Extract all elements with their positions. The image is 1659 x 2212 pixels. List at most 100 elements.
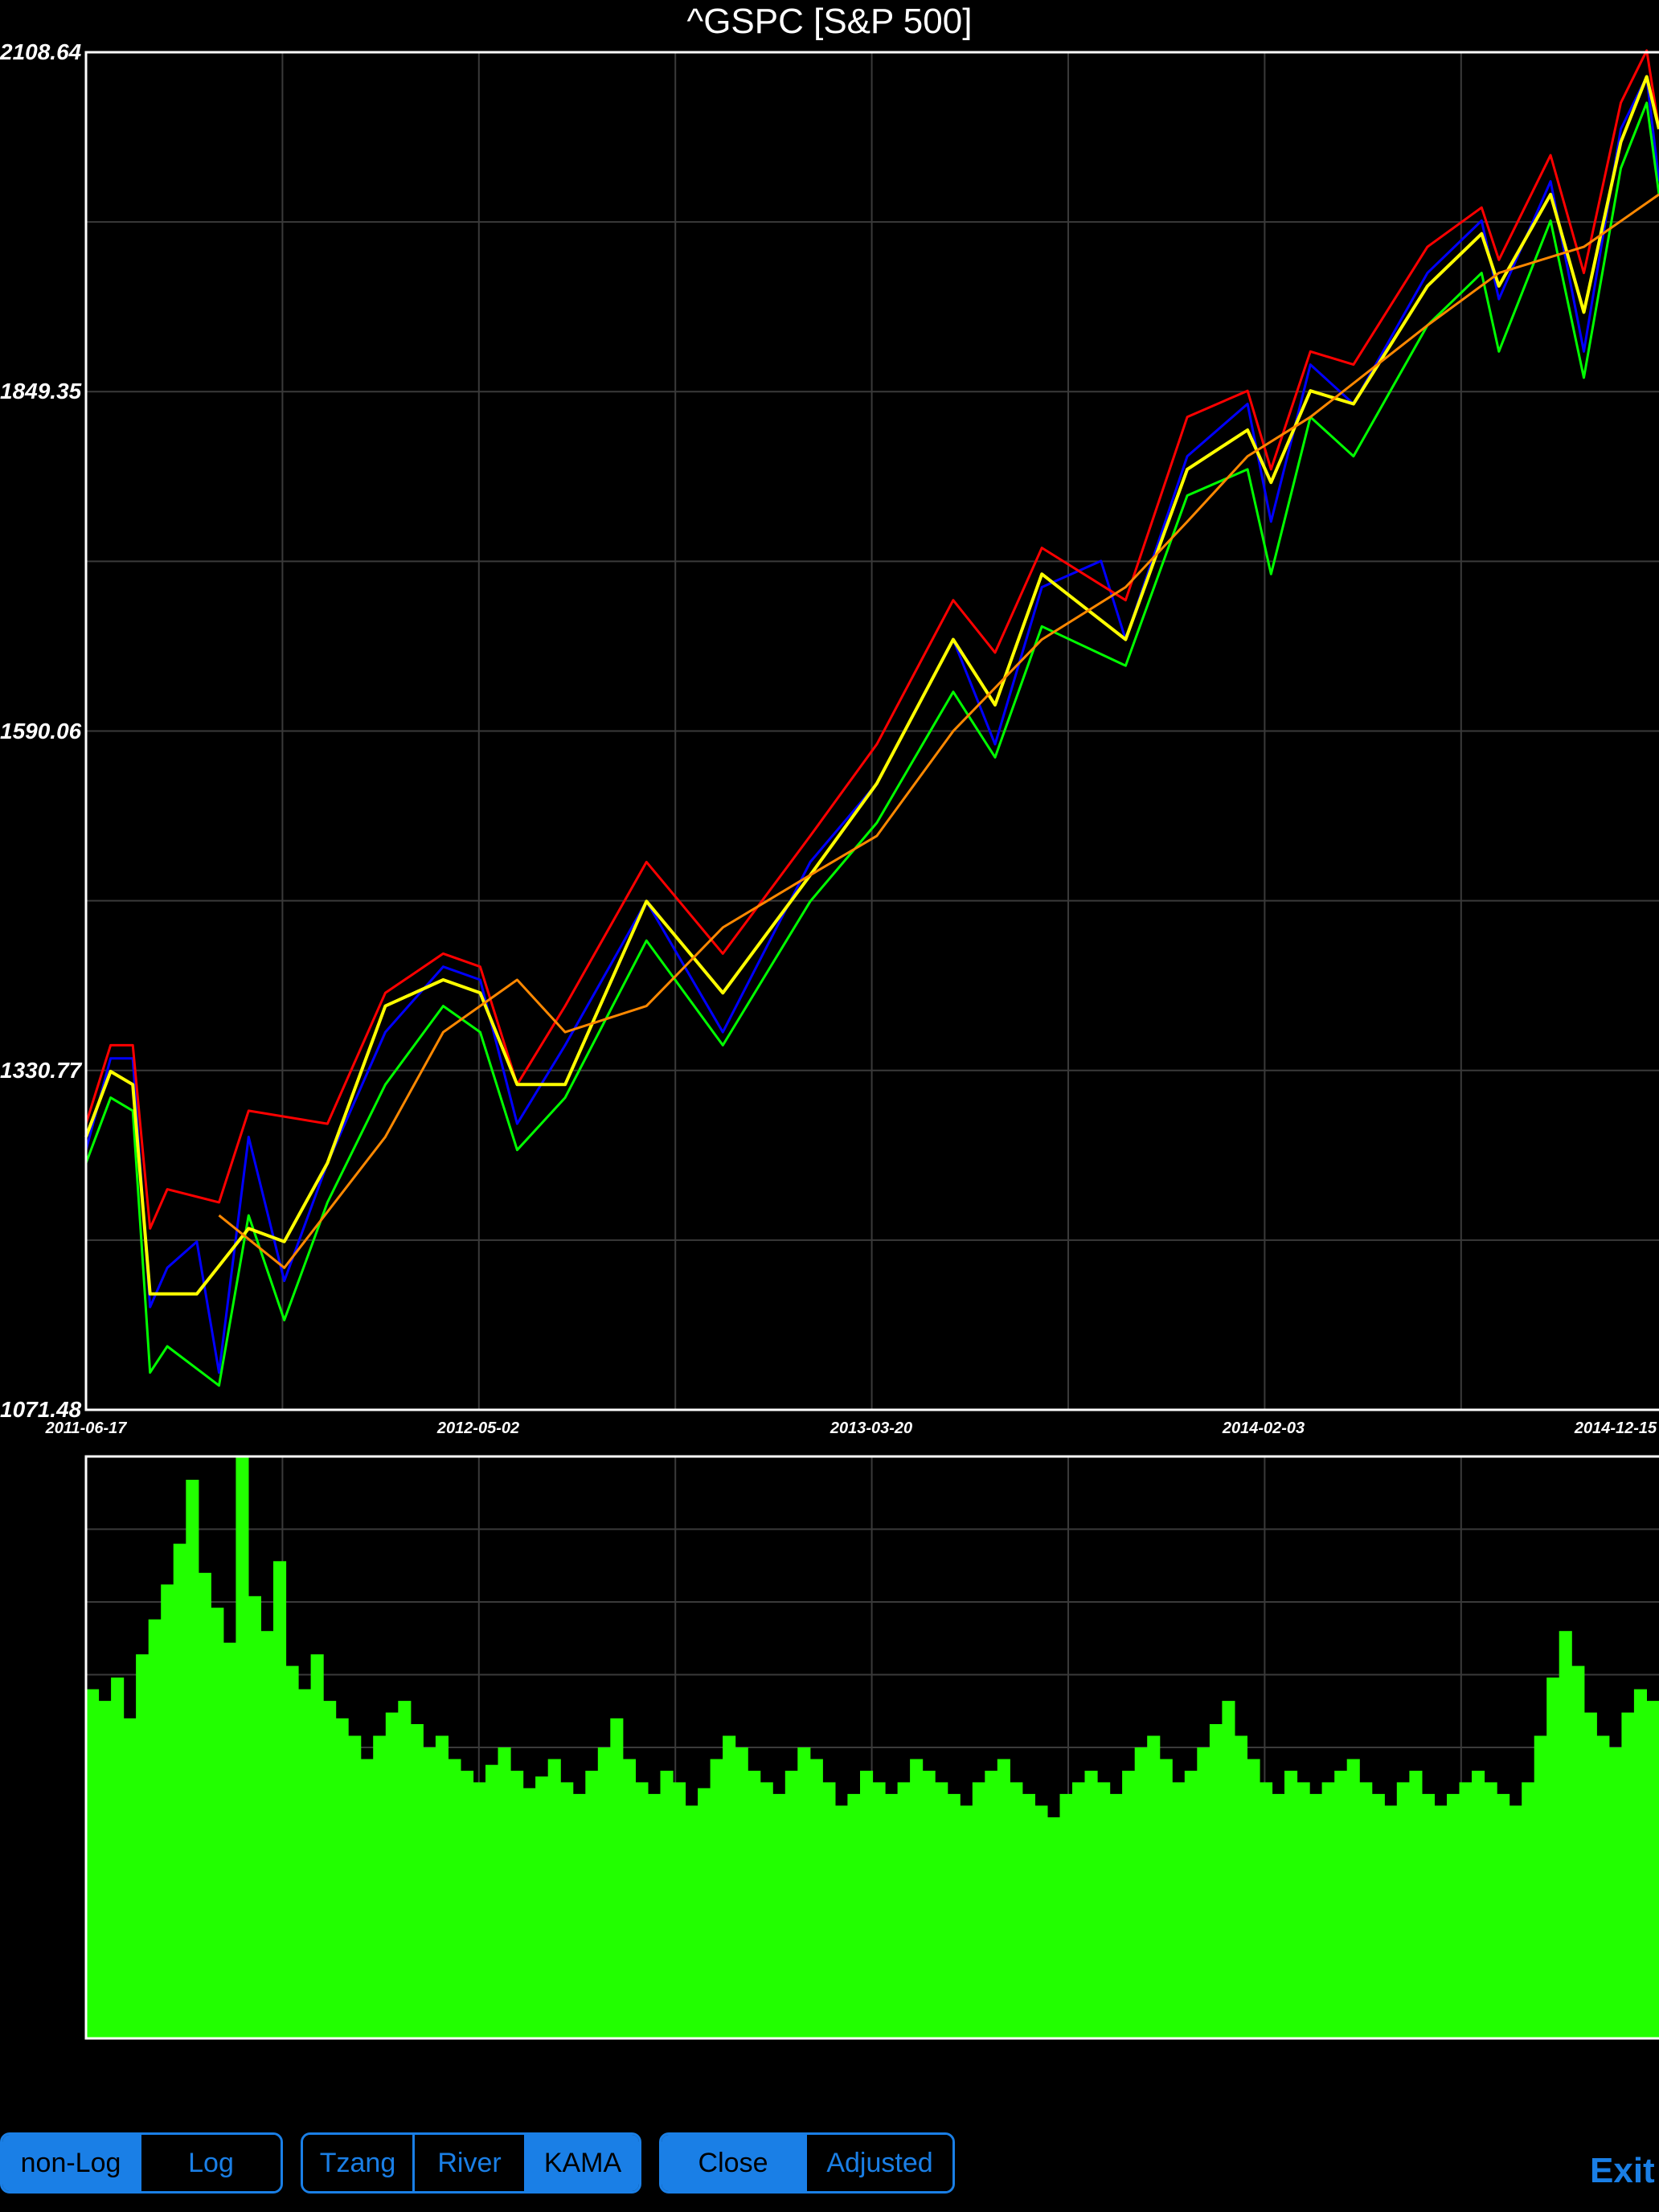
volume-bar [698,1788,711,2038]
volume-bar [1534,1735,1547,2038]
volume-bar [1359,1782,1373,2038]
volume-bar [373,1735,387,2038]
volume-bar [423,1747,436,2038]
volume-bar [960,1805,973,2038]
volume-bar [723,1735,736,2038]
volume-bar [1222,1701,1235,2038]
volume-bar [211,1608,224,2038]
volume-bar [947,1793,961,2038]
volume-bar [485,1764,499,2038]
volume-bar [572,1793,586,2038]
volume-bar [1484,1782,1497,2038]
volume-bar [885,1793,899,2038]
volume-bar [1272,1793,1285,2038]
volume-bar [847,1793,861,2038]
volume-bar [822,1782,836,2038]
tzang-button[interactable]: Tzang [303,2135,416,2191]
volume-bar [910,1759,924,2038]
volume-bar [1608,1747,1622,2038]
x-tick-label: 2013-03-20 [830,1419,913,1437]
volume-bar [610,1718,624,2038]
volume-bar [410,1724,424,2038]
volume-bar [834,1805,848,2038]
volume-bar [1134,1747,1148,2038]
log-button[interactable]: Log [141,2135,281,2191]
volume-bar [260,1631,274,2038]
volume-bar [198,1572,211,2038]
volume-bar [1459,1782,1473,2038]
volume-bar [510,1771,524,2038]
volume-bar [1247,1759,1260,2038]
volume-bar [997,1759,1010,2038]
volume-bar [1396,1782,1410,2038]
volume-bar [685,1805,698,2038]
volume-bar [547,1759,561,2038]
price-type-segmented-control: Close Adjusted [659,2132,955,2194]
volume-bar [461,1771,474,2038]
volume-bar [1633,1689,1647,2038]
price-chart[interactable] [0,32,1659,1416]
volume-bar [435,1735,449,2038]
x-tick-label: 2012-05-02 [436,1419,520,1437]
volume-bar [1022,1793,1035,2038]
volume-bar [1421,1793,1435,2038]
volume-bar [748,1771,761,2038]
volume-bar [1309,1793,1323,2038]
volume-bar [673,1782,686,2038]
volume-bar [448,1759,461,2038]
kama-button[interactable]: KAMA [526,2135,639,2191]
river-button[interactable]: River [415,2135,527,2191]
volume-bar [760,1782,773,2038]
exit-button[interactable]: Exit [1590,2151,1655,2191]
volume-bar [1072,1782,1086,2038]
volume-bar [1034,1805,1048,2038]
volume-bar [1509,1805,1522,2038]
volume-bar [123,1718,137,2038]
volume-bar [1296,1782,1310,2038]
volume-bar [897,1782,911,2038]
volume-bar [136,1654,150,2038]
volume-bar [310,1654,324,2038]
volume-chart[interactable] [0,1447,1659,2050]
volume-bar [597,1747,611,2038]
volume-bar [473,1782,486,2038]
volume-bar [1284,1771,1298,2038]
volume-bar [248,1596,261,2038]
volume-bar [223,1642,236,2038]
volume-bar [1122,1771,1136,2038]
volume-bar [1346,1759,1360,2038]
volume-bar [1409,1771,1423,2038]
volume-bar [585,1771,599,2038]
volume-bar [872,1782,886,2038]
volume-bar [1384,1805,1398,2038]
scale-segmented-control: non-Log Log [0,2132,283,2194]
volume-bar [385,1712,399,2038]
y-tick-label: 2108.64 [0,39,82,64]
volume-bar [635,1782,649,2038]
volume-bar [1197,1747,1210,2038]
volume-bar [735,1747,748,2038]
volume-bar [922,1771,936,2038]
volume-bar [1621,1712,1635,2038]
volume-bar [398,1701,412,2038]
volume-bar [1172,1782,1186,2038]
volume-bar [1234,1735,1247,2038]
volume-bar [660,1771,674,2038]
volume-bar [323,1701,337,2038]
volume-bar [784,1771,798,2038]
volume-bar [273,1561,287,2038]
volume-bar [985,1771,998,2038]
volume-bar [1010,1782,1023,2038]
volume-bar [1472,1771,1485,2038]
adjusted-button[interactable]: Adjusted [807,2135,952,2191]
non-log-button[interactable]: non-Log [2,2135,142,2191]
close-button[interactable]: Close [662,2135,808,2191]
volume-bar [1184,1771,1198,2038]
volume-bar [1571,1665,1585,2038]
volume-bar [186,1480,199,2038]
volume-bar [1646,1701,1659,2038]
x-tick-label: 2014-12-15 [1574,1419,1657,1437]
volume-bar [161,1584,174,2038]
volume-bar [522,1788,536,2038]
volume-bar [560,1782,574,2038]
